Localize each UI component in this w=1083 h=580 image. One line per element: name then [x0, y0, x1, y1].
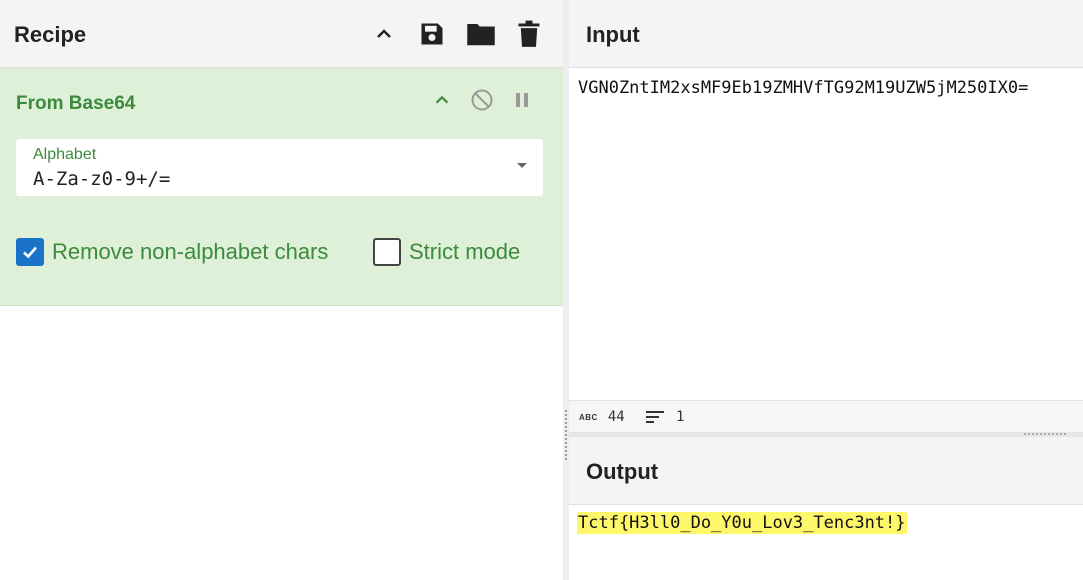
alphabet-select[interactable]: Alphabet A-Za-z0-9+/=: [16, 139, 543, 196]
recipe-header: Recipe: [0, 0, 563, 68]
save-recipe-button[interactable]: [416, 18, 448, 50]
recipe-pane: Recipe From Base64 Alphabet A-Za-z0-9+/=…: [0, 0, 563, 580]
load-recipe-button[interactable]: [465, 18, 497, 50]
input-lines-stat: 1: [646, 409, 684, 425]
cyberchef-app: Recipe From Base64 Alphabet A-Za-z0-9+/=…: [0, 0, 1083, 580]
input-lines-value: 1: [676, 409, 685, 425]
abc-icon: ABC: [579, 412, 598, 422]
input-length-stat: ABC 44: [579, 409, 625, 425]
input-header: Input: [569, 0, 1083, 68]
folder-icon: [467, 24, 495, 46]
checkbox-checked-icon: [16, 238, 44, 266]
recipe-title: Recipe: [14, 22, 87, 47]
disable-operation-button[interactable]: [469, 87, 495, 113]
alphabet-value: A-Za-z0-9+/=: [33, 168, 171, 190]
output-title: Output: [586, 459, 659, 484]
input-title: Input: [586, 22, 640, 47]
save-icon: [421, 23, 443, 45]
remove-non-alphabet-checkbox[interactable]: Remove non-alphabet chars: [16, 238, 328, 266]
strict-mode-label: Strict mode: [409, 239, 521, 264]
chevron-up-icon: [377, 29, 391, 38]
breakpoint-button[interactable]: [509, 87, 535, 113]
operation-title: From Base64: [16, 93, 136, 114]
input-textarea[interactable]: VGN0ZntIM2xsMF9Eb19ZMHVfTG92M19UZW5jM250…: [578, 78, 1028, 98]
pause-icon: [516, 93, 528, 107]
clear-recipe-button[interactable]: [513, 18, 545, 50]
trash-icon: [518, 20, 540, 47]
disable-icon: [471, 89, 493, 111]
strict-mode-checkbox[interactable]: Strict mode: [373, 238, 520, 266]
collapse-operation-button[interactable]: [429, 87, 455, 113]
input-status-bar: ABC 44 1: [569, 400, 1083, 432]
collapse-recipe-button[interactable]: [368, 18, 400, 50]
input-length-value: 44: [607, 409, 625, 425]
remove-non-alphabet-label: Remove non-alphabet chars: [52, 239, 329, 264]
pane-resize-grip[interactable]: [565, 410, 567, 460]
chevron-up-icon: [435, 95, 449, 104]
checkbox-unchecked-icon: [373, 238, 401, 266]
io-resize-grip[interactable]: [1024, 433, 1068, 435]
alphabet-label: Alphabet: [33, 146, 97, 163]
operation-from-base64: From Base64 Alphabet A-Za-z0-9+/= Remove…: [0, 68, 563, 306]
output-text[interactable]: Tctf{H3ll0_Do_Y0u_Lov3_Tenc3nt!}: [577, 512, 907, 534]
output-header: Output: [569, 437, 1083, 505]
dropdown-caret-icon: [517, 163, 527, 168]
lines-icon: [646, 411, 664, 423]
